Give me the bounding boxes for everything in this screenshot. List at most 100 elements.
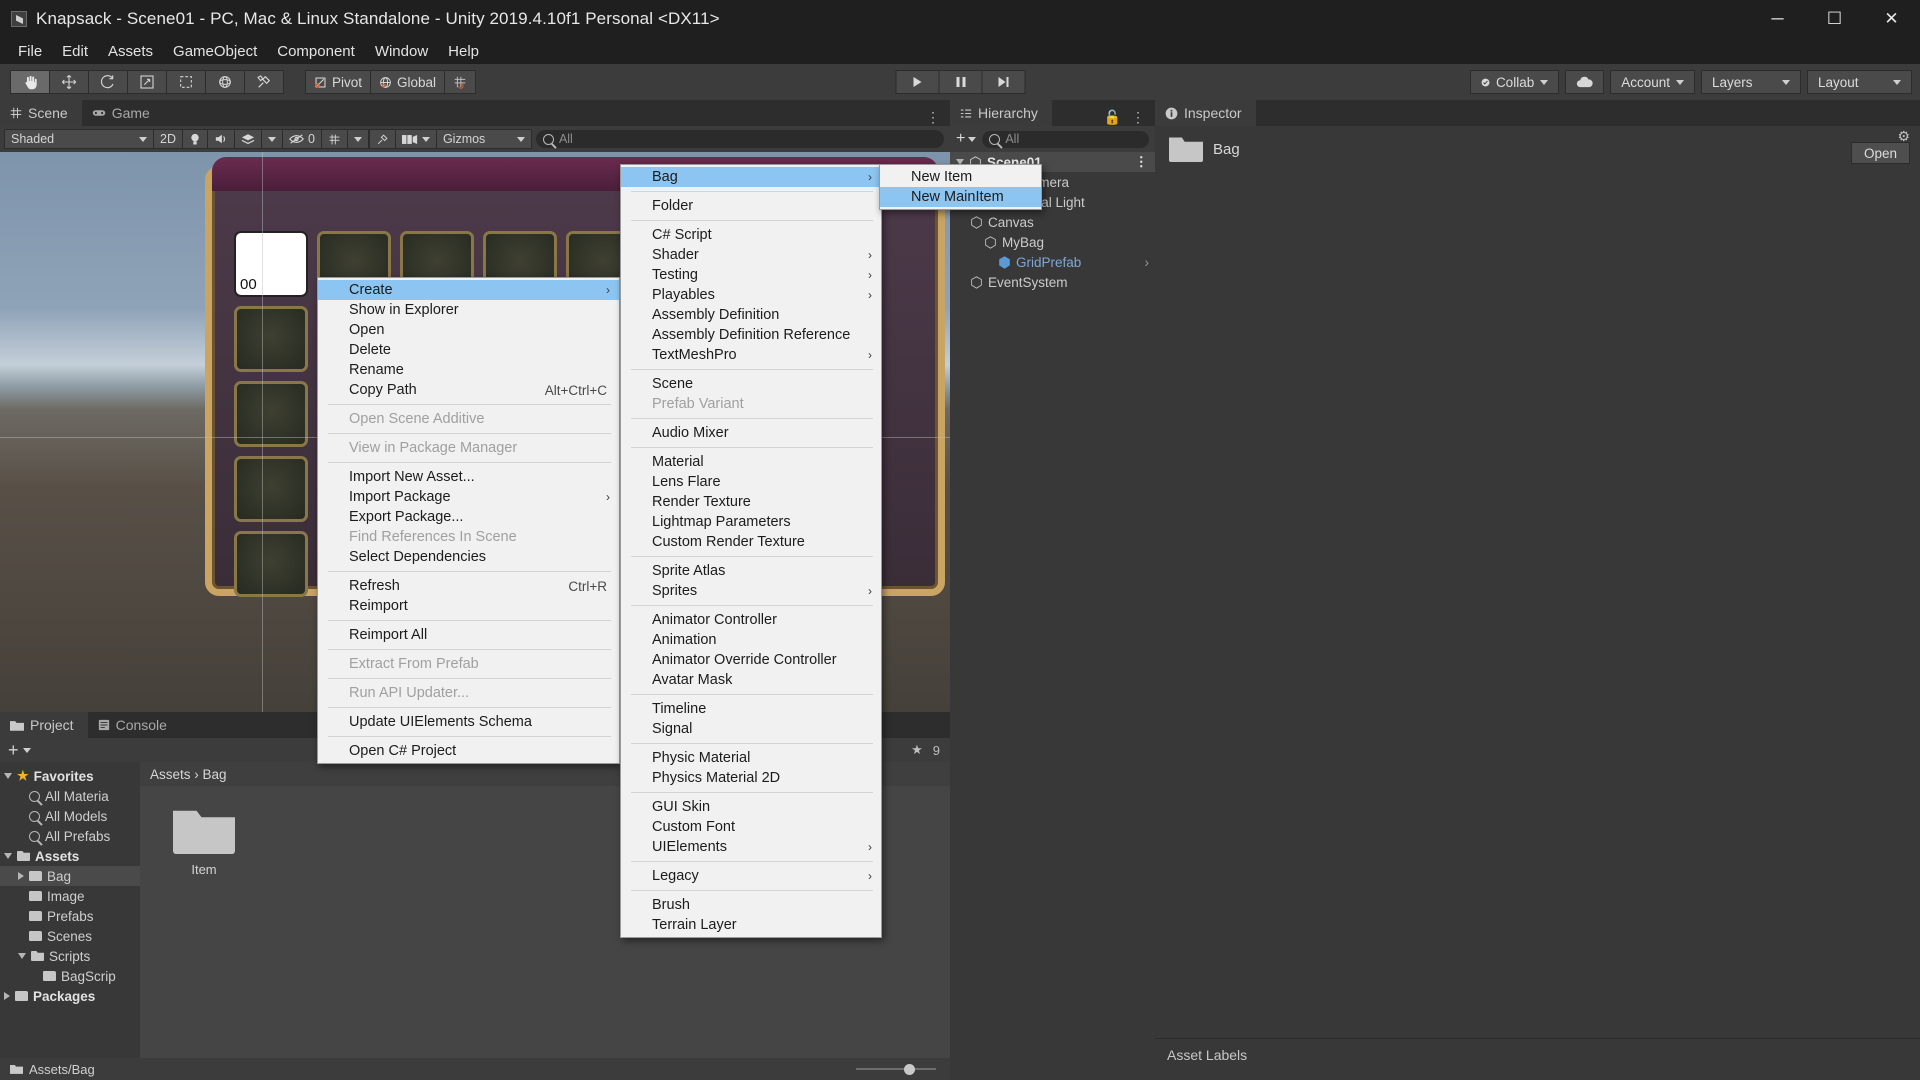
chevron-down-icon[interactable]: [22, 747, 31, 753]
tab-scene[interactable]: Scene: [0, 100, 82, 126]
global-toggle[interactable]: Global: [370, 70, 446, 94]
menu-item-audio-mixer[interactable]: Audio Mixer: [621, 423, 881, 443]
project-tree-item-all-prefabs[interactable]: All Prefabs: [0, 826, 140, 846]
project-tree-item-favorites[interactable]: ★ Favorites: [0, 766, 140, 786]
chevron-right-icon[interactable]: ›: [1145, 255, 1156, 270]
menu-item-brush[interactable]: Brush: [621, 895, 881, 915]
project-tree-item-all-models[interactable]: All Models: [0, 806, 140, 826]
project-tree-item-packages[interactable]: Packages: [0, 986, 140, 1006]
menu-item-render-texture[interactable]: Render Texture: [621, 492, 881, 512]
hierarchy-menu-icon[interactable]: ⋮: [1131, 109, 1145, 126]
hierarchy-item-gridprefab[interactable]: GridPrefab ›: [950, 252, 1155, 272]
hand-tool-button[interactable]: [10, 70, 50, 94]
scene-context-menu-icon[interactable]: ⋮: [1135, 154, 1156, 170]
menu-item-sprites[interactable]: Sprites ›: [621, 581, 881, 601]
menu-item-sprite-atlas[interactable]: Sprite Atlas: [621, 561, 881, 581]
toggle-2d-button[interactable]: 2D: [153, 129, 183, 149]
project-tree-item-prefabs[interactable]: Prefabs: [0, 906, 140, 926]
chevron-down-icon[interactable]: [4, 773, 12, 779]
scale-tool-button[interactable]: [127, 70, 167, 94]
project-tree-item-image[interactable]: Image: [0, 886, 140, 906]
menu-item-show-in-explorer[interactable]: Show in Explorer: [318, 300, 619, 320]
menu-item-custom-font[interactable]: Custom Font: [621, 817, 881, 837]
lock-icon[interactable]: 🔓: [1104, 109, 1121, 126]
project-tree-item-all-materia[interactable]: All Materia: [0, 786, 140, 806]
asset-size-slider[interactable]: [856, 1062, 936, 1076]
asset-item[interactable]: Item: [164, 808, 244, 877]
menu-item-testing[interactable]: Testing ›: [621, 265, 881, 285]
menu-help[interactable]: Help: [438, 40, 489, 63]
hierarchy-item-canvas[interactable]: Canvas: [950, 212, 1155, 232]
scene-search-input[interactable]: All: [535, 130, 944, 148]
menu-item-timeline[interactable]: Timeline: [621, 699, 881, 719]
menu-window[interactable]: Window: [365, 40, 438, 63]
hierarchy-item-eventsystem[interactable]: EventSystem: [950, 272, 1155, 292]
layout-button[interactable]: Layout: [1807, 70, 1912, 94]
menu-gameobject[interactable]: GameObject: [163, 40, 267, 63]
menu-item-avatar-mask[interactable]: Avatar Mask: [621, 670, 881, 690]
rotate-tool-button[interactable]: [88, 70, 128, 94]
account-button[interactable]: Account: [1610, 70, 1695, 94]
scene-audio-toggle[interactable]: [206, 129, 235, 149]
project-create-button[interactable]: +: [8, 741, 19, 759]
tab-hierarchy[interactable]: Hierarchy: [950, 100, 1052, 126]
menu-item-reimport-all[interactable]: Reimport All: [318, 625, 619, 645]
menu-item-animation[interactable]: Animation: [621, 630, 881, 650]
scene-tools-button[interactable]: [368, 129, 396, 149]
menu-item-animator-override-controller[interactable]: Animator Override Controller: [621, 650, 881, 670]
inventory-cell[interactable]: [234, 456, 308, 522]
inventory-cell[interactable]: [234, 306, 308, 372]
menu-item-open[interactable]: Open: [318, 320, 619, 340]
menu-item-export-package[interactable]: Export Package...: [318, 507, 619, 527]
menu-item-assembly-definition-reference[interactable]: Assembly Definition Reference: [621, 325, 881, 345]
shading-mode-dropdown[interactable]: Shaded: [4, 129, 154, 149]
menu-item-open-c-project[interactable]: Open C# Project: [318, 741, 619, 761]
move-tool-button[interactable]: [49, 70, 89, 94]
pivot-toggle[interactable]: Pivot: [305, 70, 372, 94]
transform-tool-button[interactable]: [205, 70, 245, 94]
inventory-cell-selected[interactable]: 00: [234, 231, 308, 297]
menu-item-terrain-layer[interactable]: Terrain Layer: [621, 915, 881, 935]
project-tree-item-bag[interactable]: Bag: [0, 866, 140, 886]
menu-item-rename[interactable]: Rename: [318, 360, 619, 380]
tab-console[interactable]: Console: [87, 712, 181, 738]
menu-item-textmeshpro[interactable]: TextMeshPro ›: [621, 345, 881, 365]
step-button[interactable]: [981, 70, 1026, 94]
chevron-down-icon[interactable]: [4, 853, 12, 859]
scene-hidden-objects[interactable]: 0: [281, 129, 322, 149]
rect-tool-button[interactable]: [166, 70, 206, 94]
maximize-button[interactable]: ☐: [1806, 0, 1863, 38]
gizmos-dropdown[interactable]: Gizmos: [435, 129, 532, 149]
project-tree-item-assets[interactable]: Assets: [0, 846, 140, 866]
project-tree-item-bagscrip[interactable]: BagScrip: [0, 966, 140, 986]
scene-grid-toggle[interactable]: [320, 129, 348, 149]
menu-item-new-mainitem[interactable]: New MainItem: [880, 187, 1041, 207]
collab-button[interactable]: Collab: [1469, 70, 1560, 94]
menu-item-shader[interactable]: Shader ›: [621, 245, 881, 265]
project-favorite-icon[interactable]: ★: [911, 742, 923, 758]
hierarchy-add-button[interactable]: +: [956, 130, 977, 148]
play-button[interactable]: [895, 70, 940, 94]
project-tree-item-scripts[interactable]: Scripts: [0, 946, 140, 966]
tab-project[interactable]: Project: [0, 712, 88, 738]
scene-grid-dropdown[interactable]: [346, 129, 369, 149]
menu-item-signal[interactable]: Signal: [621, 719, 881, 739]
menu-item-c-script[interactable]: C# Script: [621, 225, 881, 245]
menu-item-playables[interactable]: Playables ›: [621, 285, 881, 305]
menu-item-folder[interactable]: Folder: [621, 196, 881, 216]
project-tree-item-scenes[interactable]: Scenes: [0, 926, 140, 946]
menu-item-physics-material-2d[interactable]: Physics Material 2D: [621, 768, 881, 788]
menu-item-import-package[interactable]: Import Package ›: [318, 487, 619, 507]
pause-button[interactable]: [938, 70, 983, 94]
close-button[interactable]: ✕: [1863, 0, 1920, 38]
menu-item-scene[interactable]: Scene: [621, 374, 881, 394]
cloud-button[interactable]: [1565, 70, 1605, 94]
tab-inspector[interactable]: Inspector: [1155, 100, 1256, 126]
menu-item-delete[interactable]: Delete: [318, 340, 619, 360]
menu-edit[interactable]: Edit: [52, 40, 98, 63]
grid-snap-button[interactable]: [444, 70, 477, 94]
hierarchy-search-input[interactable]: All: [982, 130, 1149, 148]
hierarchy-item-mybag[interactable]: MyBag: [950, 232, 1155, 252]
menu-item-legacy[interactable]: Legacy ›: [621, 866, 881, 886]
menu-item-update-uielements-schema[interactable]: Update UIElements Schema: [318, 712, 619, 732]
